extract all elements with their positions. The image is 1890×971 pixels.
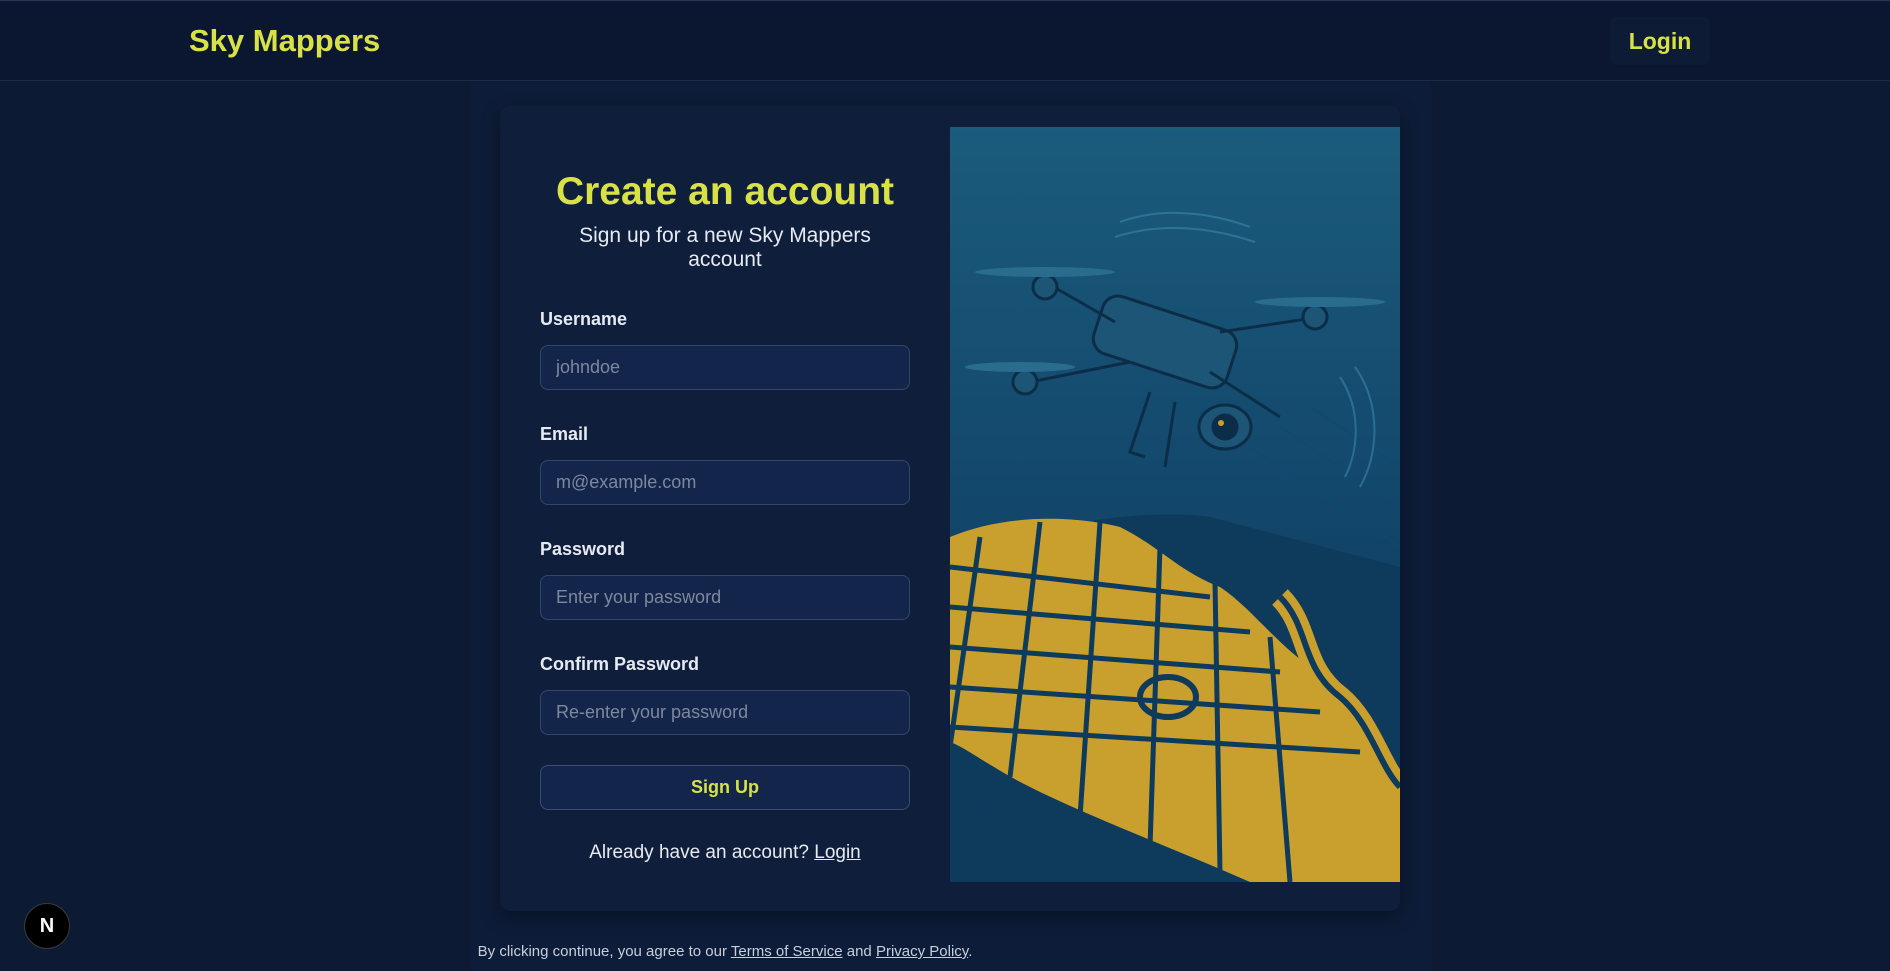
page-subtitle: Sign up for a new Sky Mappers account: [579, 224, 871, 271]
terms-link[interactable]: Terms of Service: [731, 943, 843, 960]
username-label: Username: [540, 309, 628, 329]
password-input[interactable]: [540, 575, 910, 620]
footer-prefix: By clicking continue, you agree to our: [477, 943, 727, 960]
email-input[interactable]: [540, 460, 910, 505]
confirm-password-label: Confirm Password: [540, 654, 700, 674]
nextjs-dev-badge[interactable]: N: [24, 903, 70, 949]
legal-footer: By clicking continue, you agree to our T…: [0, 943, 1450, 960]
sign-up-button[interactable]: Sign Up: [540, 765, 910, 810]
confirm-password-input[interactable]: [540, 690, 910, 735]
brand-logo[interactable]: Sky Mappers: [189, 23, 380, 59]
username-input[interactable]: [540, 345, 910, 390]
footer-and: and: [846, 943, 872, 960]
header-login-button[interactable]: Login: [1610, 17, 1710, 65]
already-text: Already have an account?: [589, 842, 809, 863]
top-navbar: Sky Mappers Login: [0, 0, 1890, 81]
footer-period: .: [968, 943, 973, 960]
signup-form: Create an account Sign up for a new Sky …: [540, 160, 910, 864]
password-label: Password: [540, 539, 626, 559]
page-title: Create an account: [555, 170, 895, 213]
email-label: Email: [540, 424, 589, 444]
already-have-account: Already have an account? Login: [540, 842, 910, 864]
login-link[interactable]: Login: [814, 842, 861, 863]
drone-map-illustration: [950, 127, 1400, 882]
privacy-link[interactable]: Privacy Policy: [876, 943, 968, 960]
